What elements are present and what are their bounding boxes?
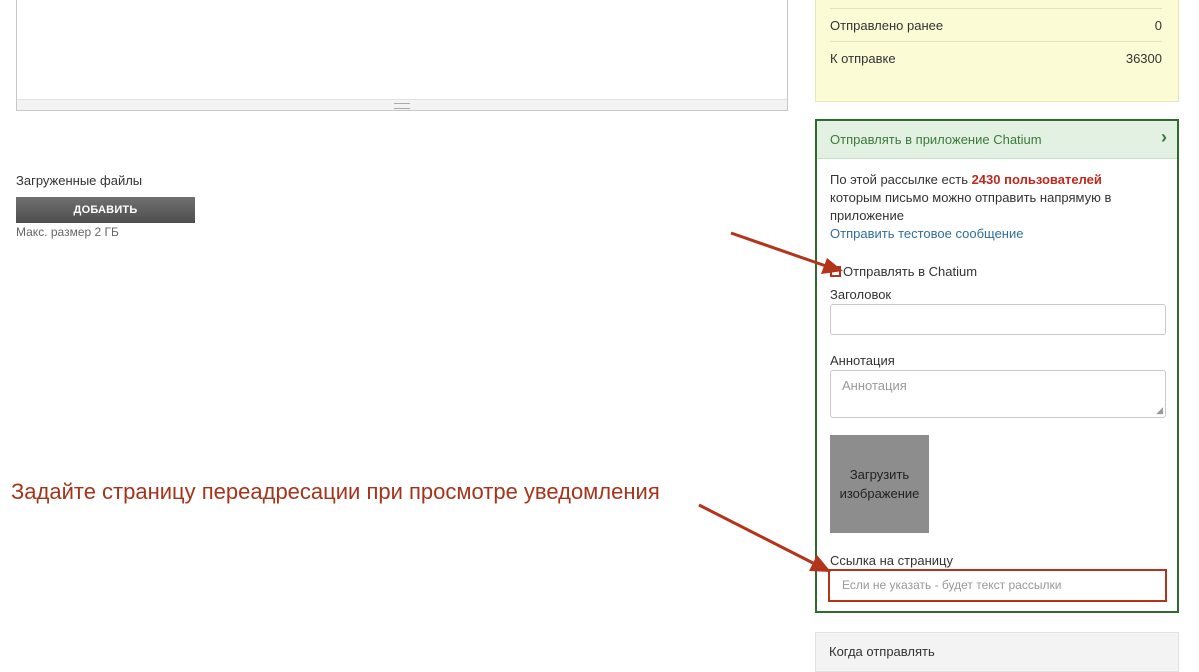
- stats-row-sent-before: Отправлено ранее 0: [830, 8, 1162, 41]
- info-suffix: которым письмо можно отправить напрямую …: [830, 190, 1112, 223]
- title-label: Заголовок: [830, 287, 892, 302]
- resize-handle-icon[interactable]: [394, 103, 410, 109]
- text-editor-area[interactable]: [16, 0, 788, 111]
- annotation-placeholder: Аннотация: [842, 378, 907, 393]
- chatium-panel-header[interactable]: Отправлять в приложение Chatium ›: [817, 121, 1177, 159]
- page-link-placeholder: Если не указать - будет текст рассылки: [842, 578, 1062, 592]
- user-count: 2430 пользователей: [971, 172, 1102, 187]
- page-link-label: Ссылка на страницу: [830, 553, 953, 568]
- chevron-right-icon[interactable]: ›: [1161, 127, 1167, 148]
- chatium-panel: Отправлять в приложение Chatium › По это…: [815, 119, 1179, 613]
- mailing-stats-box: Отправлено ранее 0 К отправке 36300: [815, 0, 1179, 102]
- annotation-textarea[interactable]: Аннотация ◢: [830, 370, 1166, 418]
- send-to-chatium-checkbox[interactable]: [830, 266, 841, 277]
- textarea-resize-icon[interactable]: ◢: [1156, 406, 1163, 415]
- sent-before-label: Отправлено ранее: [830, 17, 944, 33]
- info-prefix: По этой рассылке есть: [830, 172, 972, 187]
- upload-image-button[interactable]: Загрузить изображение: [830, 435, 929, 533]
- to-send-label: К отправке: [830, 50, 896, 66]
- max-size-note: Макс. размер 2 ГБ: [16, 225, 119, 239]
- sent-before-value: 0: [1154, 17, 1162, 33]
- when-to-send-section[interactable]: Когда отправлять: [815, 632, 1179, 672]
- send-to-chatium-label: Отправлять в Chatium: [843, 264, 978, 279]
- instruction-annotation: Задайте страницу переадресации при просм…: [11, 479, 660, 504]
- page-link-input[interactable]: Если не указать - будет текст рассылки: [828, 569, 1167, 602]
- to-send-value: 36300: [1125, 50, 1162, 66]
- arrow-to-link-input: [698, 503, 831, 572]
- stats-row-to-send: К отправке 36300: [830, 41, 1162, 74]
- editor-status-bar: [17, 99, 787, 110]
- chatium-info-text: По этой рассылке есть 2430 пользователей…: [830, 171, 1150, 225]
- add-file-button[interactable]: ДОБАВИТЬ: [16, 197, 195, 223]
- annotation-label: Аннотация: [830, 353, 895, 368]
- when-to-send-title: Когда отправлять: [829, 644, 935, 659]
- send-test-message-link[interactable]: Отправить тестовое сообщение: [830, 226, 1023, 241]
- chatium-panel-title: Отправлять в приложение Chatium: [830, 132, 1042, 147]
- title-input[interactable]: [830, 304, 1166, 335]
- uploaded-files-label: Загруженные файлы: [16, 173, 143, 188]
- send-to-chatium-checkbox-row[interactable]: Отправлять в Chatium: [830, 264, 977, 279]
